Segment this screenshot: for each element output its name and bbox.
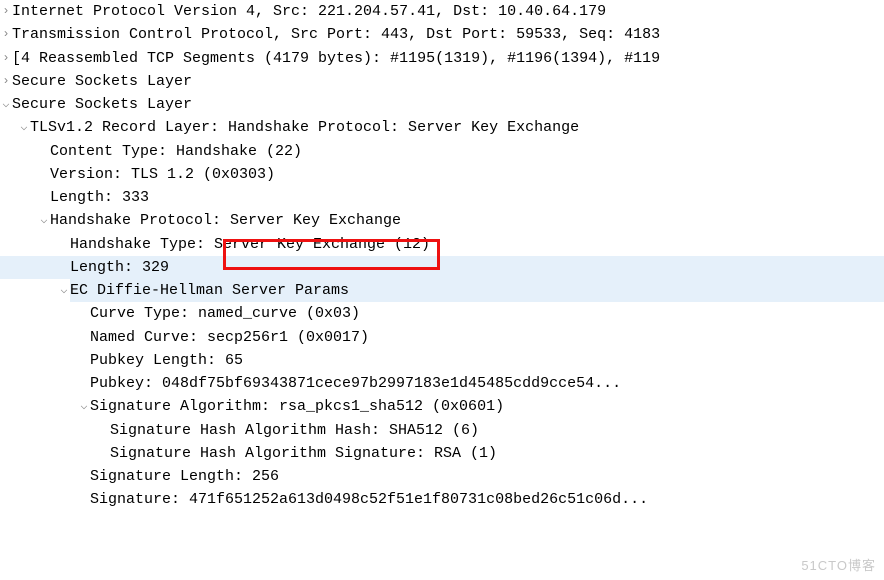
tree-label: Transmission Control Protocol, Src Port:…: [12, 23, 884, 46]
tree-label: TLSv1.2 Record Layer: Handshake Protocol…: [30, 116, 884, 139]
tree-item-signature-value[interactable]: Signature: 471f651252a613d0498c52f51e1f8…: [0, 488, 884, 511]
tree-item-sig-hash-alg[interactable]: Signature Hash Algorithm Hash: SHA512 (6…: [0, 419, 884, 442]
tree-label: Signature: 471f651252a613d0498c52f51e1f8…: [90, 488, 884, 511]
tree-label: EC Diffie-Hellman Server Params: [70, 279, 884, 302]
tree-label: Handshake Type: Server Key Exchange (12): [70, 233, 884, 256]
tree-label: [4 Reassembled TCP Segments (4179 bytes)…: [12, 47, 884, 70]
tree-item-ipv4[interactable]: › Internet Protocol Version 4, Src: 221.…: [0, 0, 884, 23]
tree-item-ssl-1[interactable]: › Secure Sockets Layer: [0, 70, 884, 93]
tree-label: Signature Hash Algorithm Signature: RSA …: [110, 442, 884, 465]
tree-item-reassembled[interactable]: › [4 Reassembled TCP Segments (4179 byte…: [0, 47, 884, 70]
tree-item-named-curve[interactable]: Named Curve: secp256r1 (0x0017): [0, 326, 884, 349]
tree-label: Signature Hash Algorithm Hash: SHA512 (6…: [110, 419, 884, 442]
tree-item-pubkey[interactable]: Pubkey: 048df75bf69343871cece97b2997183e…: [0, 372, 884, 395]
tree-label: Pubkey Length: 65: [90, 349, 884, 372]
hs-prefix: Handshake Protocol:: [50, 212, 230, 229]
tree-item-tcp[interactable]: › Transmission Control Protocol, Src Por…: [0, 23, 884, 46]
chevron-down-icon[interactable]: ⌵: [58, 279, 70, 302]
tree-item-handshake-type[interactable]: Handshake Type: Server Key Exchange (12): [0, 233, 884, 256]
tree-label: Internet Protocol Version 4, Src: 221.20…: [12, 0, 884, 23]
chevron-down-icon[interactable]: ⌵: [0, 93, 12, 116]
tree-label: Curve Type: named_curve (0x03): [90, 302, 884, 325]
chevron-right-icon[interactable]: ›: [0, 23, 12, 46]
chevron-right-icon[interactable]: ›: [0, 70, 12, 93]
packet-details-pane[interactable]: › Internet Protocol Version 4, Src: 221.…: [0, 0, 884, 580]
tree-label: Length: 333: [50, 186, 884, 209]
tree-item-curve-type[interactable]: Curve Type: named_curve (0x03): [0, 302, 884, 325]
tree-item-ecdh-params[interactable]: ⌵ EC Diffie-Hellman Server Params: [0, 279, 884, 302]
tree-item-signature-algorithm[interactable]: ⌵ Signature Algorithm: rsa_pkcs1_sha512 …: [0, 395, 884, 418]
tree-label: Pubkey: 048df75bf69343871cece97b2997183e…: [90, 372, 884, 395]
tree-item-ssl-2[interactable]: ⌵ Secure Sockets Layer: [0, 93, 884, 116]
tree-label: Secure Sockets Layer: [12, 70, 884, 93]
tree-item-length-record[interactable]: Length: 333: [0, 186, 884, 209]
tree-item-content-type[interactable]: Content Type: Handshake (22): [0, 140, 884, 163]
hs-value: Server Key Exchange: [230, 212, 401, 229]
tree-label: Named Curve: secp256r1 (0x0017): [90, 326, 884, 349]
chevron-down-icon[interactable]: ⌵: [78, 395, 90, 418]
tree-label: Secure Sockets Layer: [12, 93, 884, 116]
tree-item-tls-record[interactable]: ⌵ TLSv1.2 Record Layer: Handshake Protoc…: [0, 116, 884, 139]
tree-item-handshake-protocol[interactable]: ⌵ Handshake Protocol: Server Key Exchang…: [0, 209, 884, 232]
tree-item-length-hs[interactable]: Length: 329: [0, 256, 884, 279]
tree-label: Version: TLS 1.2 (0x0303): [50, 163, 884, 186]
tree-item-pubkey-length[interactable]: Pubkey Length: 65: [0, 349, 884, 372]
watermark-text: 51CTO博客: [801, 556, 876, 576]
tree-label: Signature Length: 256: [90, 465, 884, 488]
chevron-down-icon[interactable]: ⌵: [18, 116, 30, 139]
chevron-right-icon[interactable]: ›: [0, 47, 12, 70]
chevron-right-icon[interactable]: ›: [0, 0, 12, 23]
tree-item-sig-sig-alg[interactable]: Signature Hash Algorithm Signature: RSA …: [0, 442, 884, 465]
tree-label: Signature Algorithm: rsa_pkcs1_sha512 (0…: [90, 395, 884, 418]
tree-item-version[interactable]: Version: TLS 1.2 (0x0303): [0, 163, 884, 186]
tree-label: Handshake Protocol: Server Key Exchange: [50, 209, 884, 232]
chevron-down-icon[interactable]: ⌵: [38, 209, 50, 232]
tree-label: Length: 329: [70, 256, 884, 279]
tree-label: Content Type: Handshake (22): [50, 140, 884, 163]
tree-item-signature-length[interactable]: Signature Length: 256: [0, 465, 884, 488]
